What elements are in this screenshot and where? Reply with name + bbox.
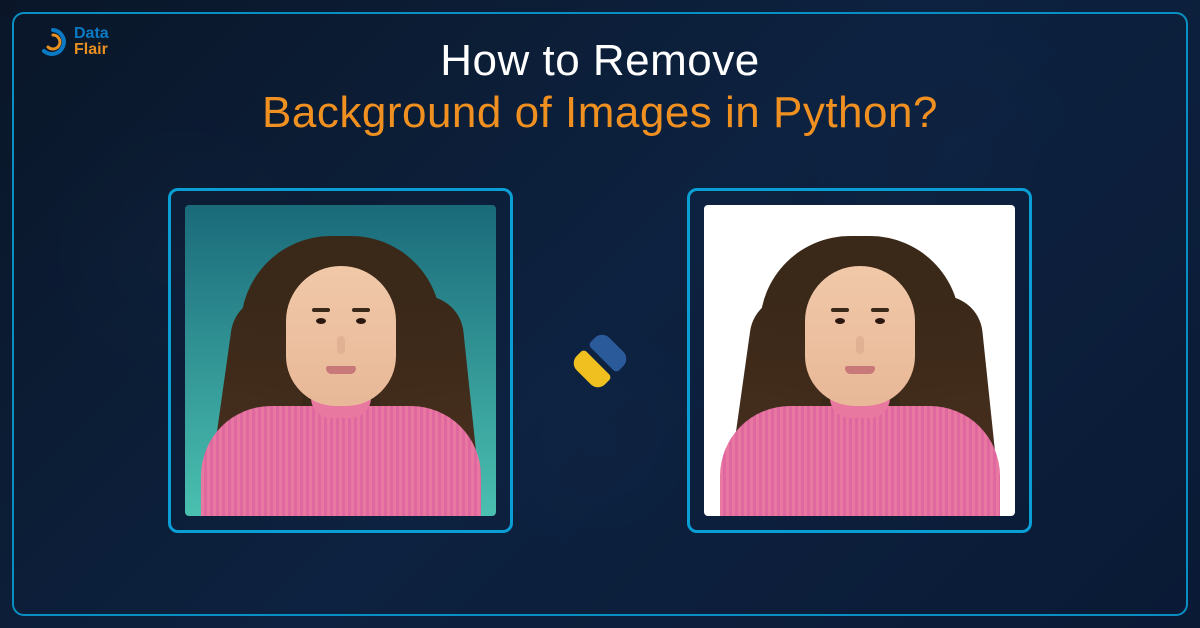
page-title: How to Remove Background of Images in Py… bbox=[0, 36, 1200, 138]
title-line2: Background of Images in Python? bbox=[0, 88, 1200, 138]
title-line1: How to Remove bbox=[0, 36, 1200, 86]
comparison-row bbox=[0, 188, 1200, 533]
after-image-frame bbox=[687, 188, 1032, 533]
python-icon bbox=[562, 322, 638, 398]
before-image bbox=[185, 205, 496, 516]
after-image bbox=[704, 205, 1015, 516]
before-image-frame bbox=[168, 188, 513, 533]
